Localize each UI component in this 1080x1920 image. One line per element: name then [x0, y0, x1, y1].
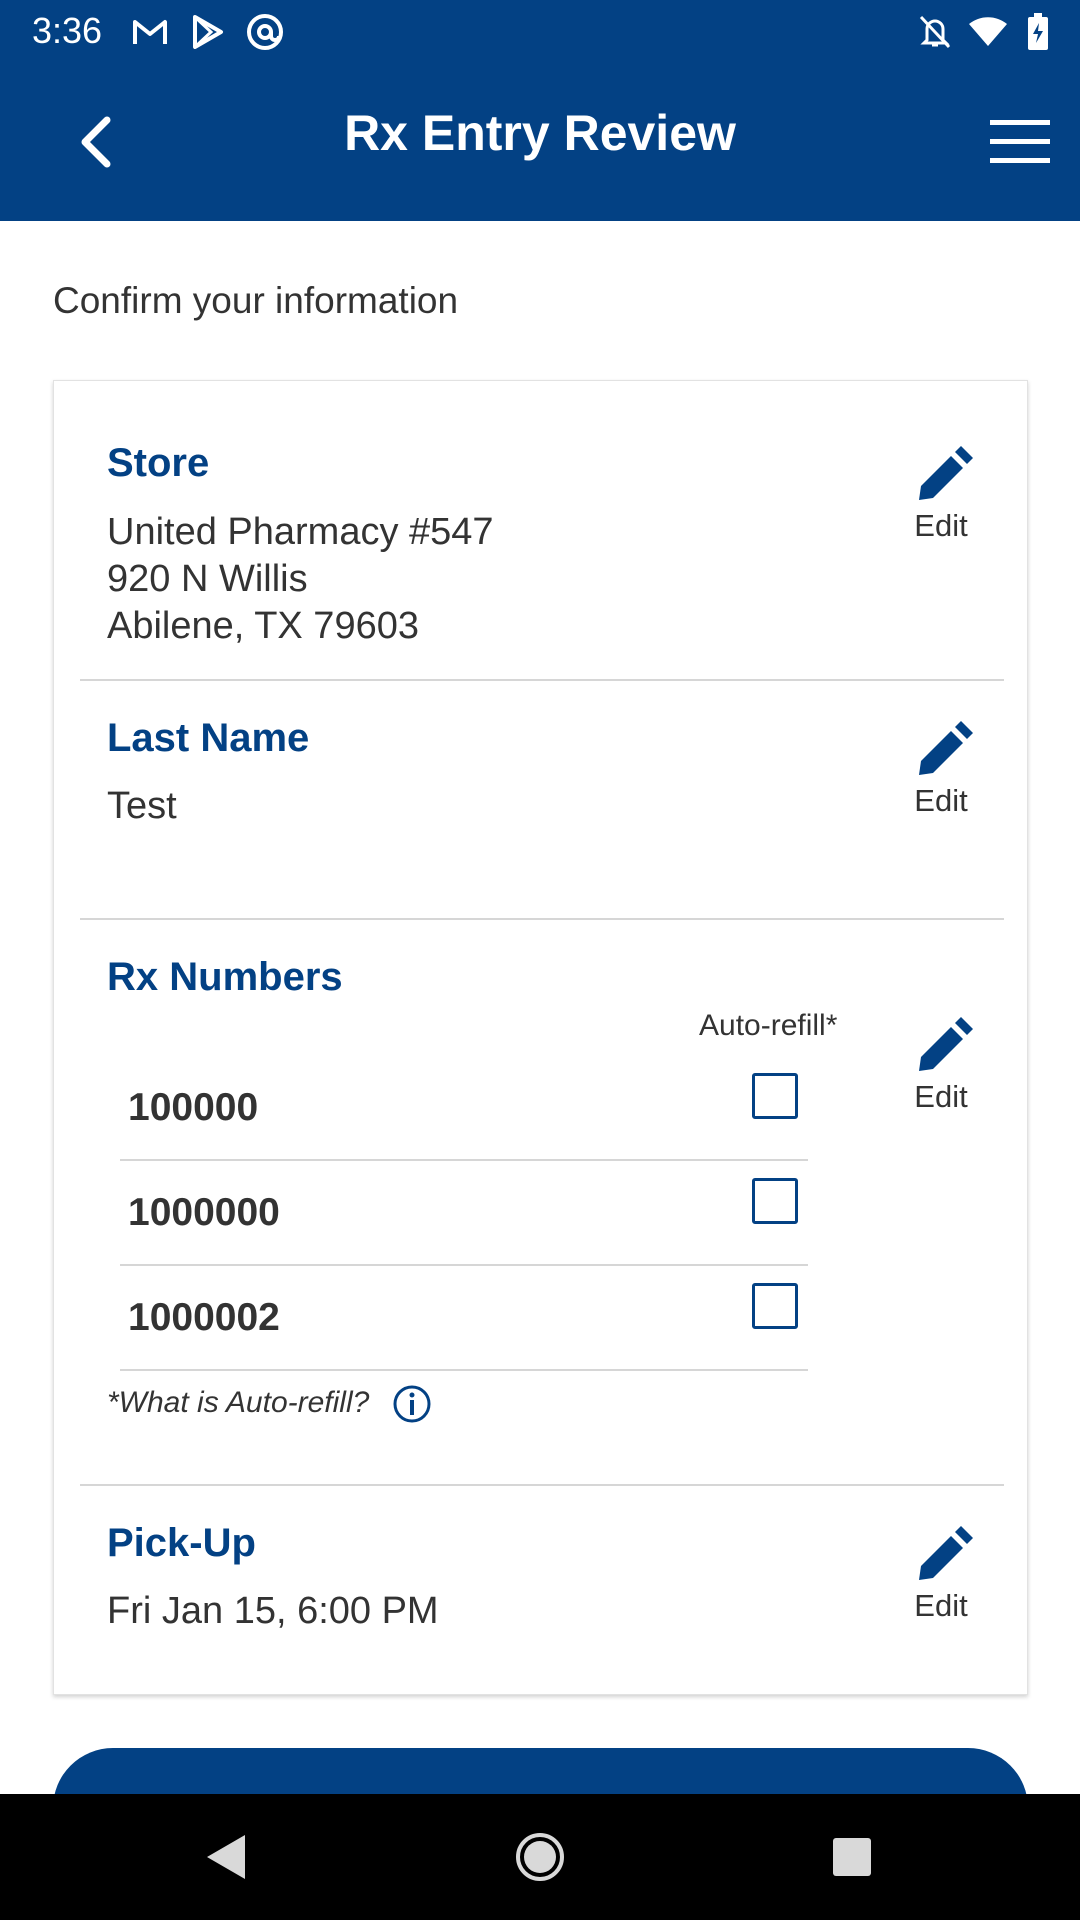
edit-pickup-button[interactable]: Edit: [886, 1526, 996, 1636]
last-name-title: Last Name: [107, 716, 310, 760]
edit-store-button[interactable]: Edit: [886, 446, 996, 556]
what-is-auto-refill-link[interactable]: *What is Auto-refill?: [107, 1386, 369, 1420]
edit-label: Edit: [914, 1588, 968, 1623]
info-icon[interactable]: [392, 1384, 432, 1424]
edit-label: Edit: [914, 783, 968, 818]
nav-back-button[interactable]: [185, 1817, 265, 1897]
pencil-icon: [919, 721, 973, 775]
store-street: 920 N Willis: [107, 558, 308, 600]
auto-refill-checkbox[interactable]: [752, 1283, 798, 1329]
rx-row: 1000002: [120, 1266, 808, 1371]
circle-home-icon: [516, 1833, 564, 1881]
edit-rx-numbers-button[interactable]: Edit: [886, 1017, 996, 1127]
confirm-subtitle: Confirm your information: [53, 280, 459, 321]
at-sign-icon: [245, 12, 285, 52]
edit-last-name-button[interactable]: Edit: [886, 721, 996, 831]
menu-button[interactable]: [980, 102, 1060, 182]
rx-numbers-title: Rx Numbers: [107, 955, 343, 999]
triangle-back-icon: [207, 1835, 245, 1879]
status-bar: 3:36: [0, 0, 1080, 62]
chevron-left-icon: [81, 116, 111, 168]
pickup-value: Fri Jan 15, 6:00 PM: [107, 1590, 439, 1632]
system-nav-bar: [0, 1794, 1080, 1920]
status-time: 3:36: [32, 10, 103, 51]
page-title: Rx Entry Review: [344, 105, 736, 161]
rx-row: 100000: [120, 1056, 808, 1161]
pencil-icon: [919, 1526, 973, 1580]
store-name: United Pharmacy #547: [107, 511, 494, 553]
notifications-off-icon: [915, 12, 955, 52]
store-title: Store: [107, 441, 210, 485]
back-button[interactable]: [60, 102, 130, 182]
wifi-icon: [968, 12, 1008, 52]
auto-refill-checkbox[interactable]: [752, 1178, 798, 1224]
rx-number: 100000: [128, 1086, 259, 1129]
edit-label: Edit: [914, 508, 968, 543]
pickup-title: Pick-Up: [107, 1521, 256, 1565]
battery-charging-icon: [1018, 12, 1058, 52]
pencil-icon: [919, 446, 973, 500]
divider: [80, 1484, 1004, 1486]
store-city-state-zip: Abilene, TX 79603: [107, 605, 419, 647]
store-address: United Pharmacy #547 920 N Willis Abilen…: [107, 509, 494, 650]
pencil-icon: [919, 1017, 973, 1071]
review-card: Store United Pharmacy #547 920 N Willis …: [53, 380, 1028, 1695]
hamburger-menu-icon: [990, 120, 1050, 163]
auto-refill-checkbox[interactable]: [752, 1073, 798, 1119]
app-bar: Rx Entry Review: [0, 62, 1080, 221]
last-name-value: Test: [107, 785, 177, 827]
divider: [80, 918, 1004, 920]
rx-row: 1000000: [120, 1161, 808, 1266]
divider: [80, 679, 1004, 681]
square-recents-icon: [833, 1838, 871, 1876]
rx-number: 1000002: [128, 1296, 280, 1339]
nav-home-button[interactable]: [500, 1817, 580, 1897]
rx-number: 1000000: [128, 1191, 280, 1234]
gmail-icon: [130, 12, 170, 52]
play-store-icon: [188, 12, 228, 52]
edit-label: Edit: [914, 1079, 968, 1114]
auto-refill-column-label: Auto-refill*: [699, 1009, 838, 1042]
nav-recents-button[interactable]: [812, 1817, 892, 1897]
